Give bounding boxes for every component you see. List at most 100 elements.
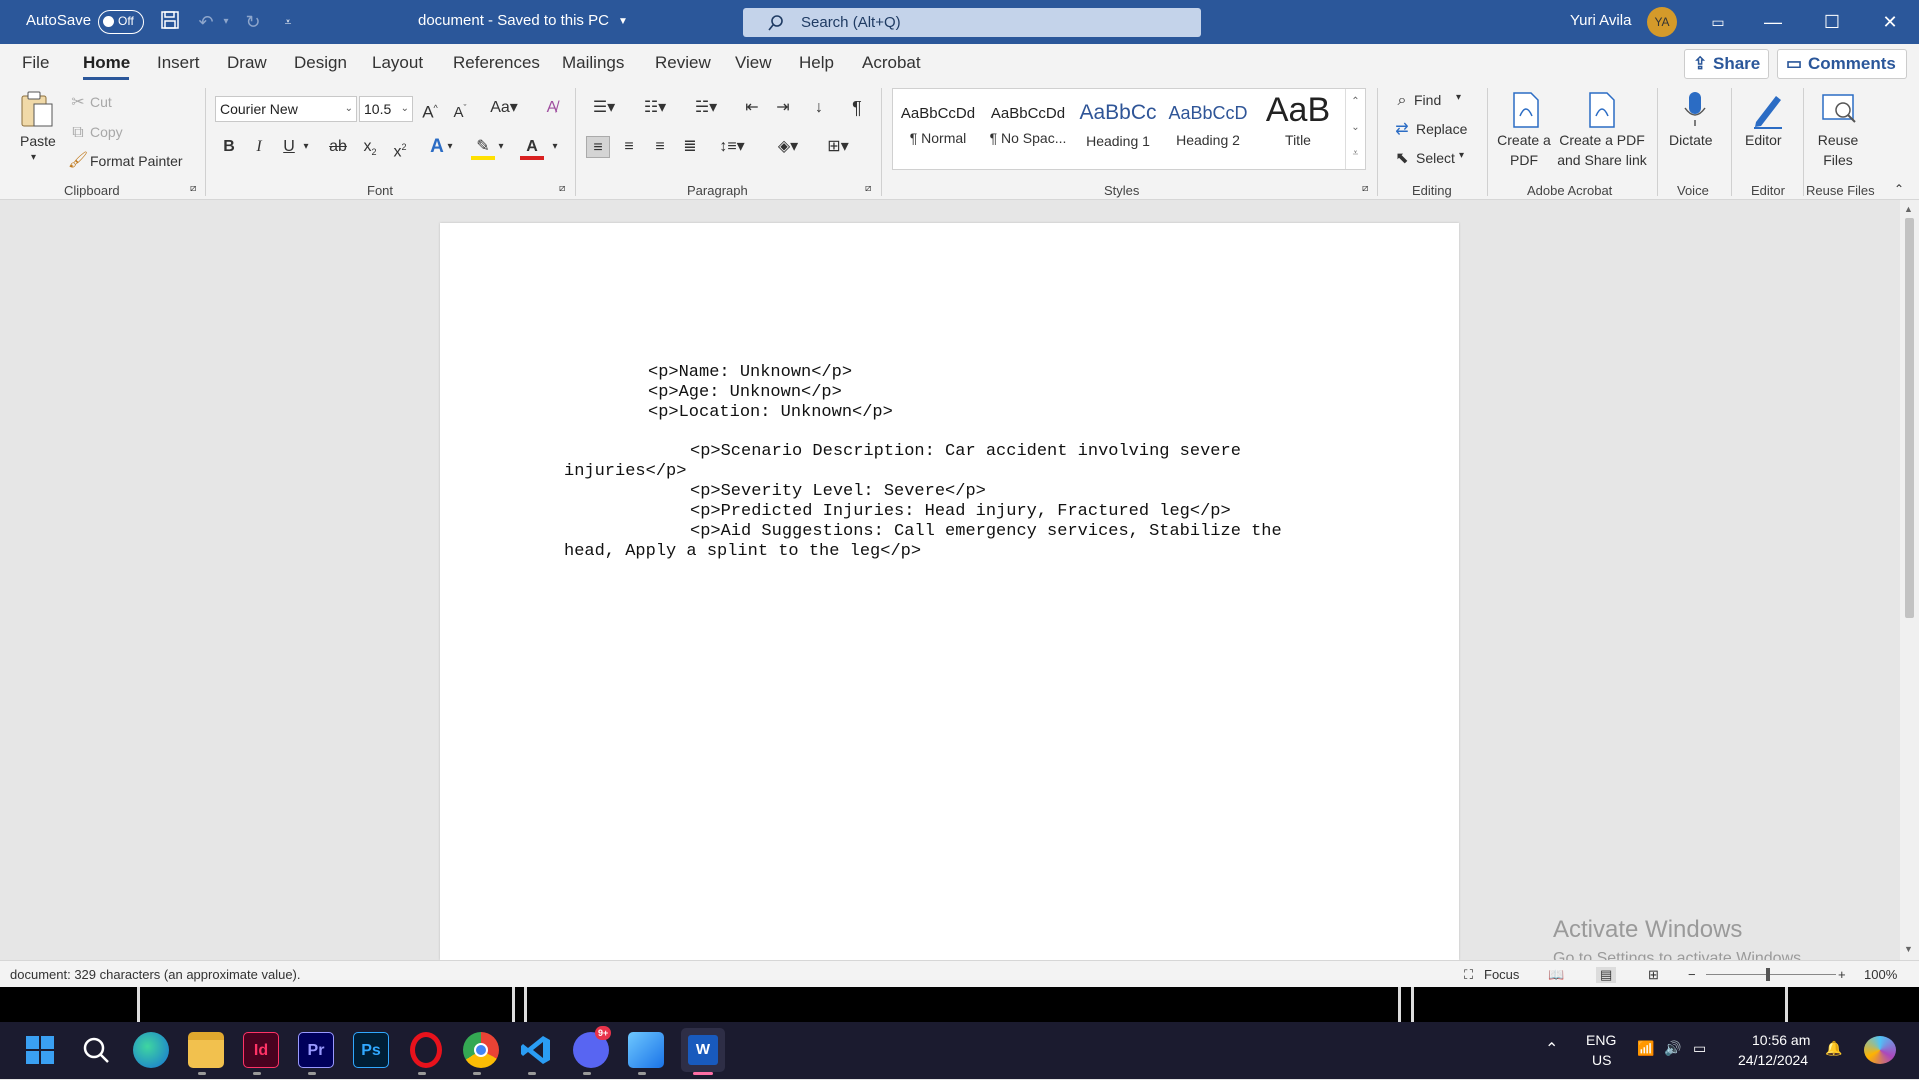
minimize-icon[interactable]: — <box>1751 6 1795 38</box>
align-right-icon[interactable]: ≡ <box>648 136 672 158</box>
clear-formatting-icon[interactable]: A̸ <box>540 97 564 119</box>
focus-button[interactable]: Focus <box>1484 967 1519 982</box>
vscode-icon[interactable] <box>518 1032 554 1068</box>
document-page[interactable]: <p>Name: Unknown</p> <p>Age: Unknown</p>… <box>440 223 1459 960</box>
align-center-icon[interactable]: ≡ <box>617 136 641 158</box>
font-launcher-icon[interactable]: ⧄ <box>559 183 565 194</box>
italic-icon[interactable]: I <box>247 136 271 158</box>
document-line[interactable]: <p>Scenario Description: Car accident in… <box>690 442 1241 461</box>
undo-dropdown-icon[interactable]: ▾ <box>214 10 238 34</box>
character-count[interactable]: document: 329 characters (an approximate… <box>10 967 301 982</box>
scrollbar-thumb[interactable] <box>1905 218 1914 618</box>
font-color-dropdown-icon[interactable]: ▾ <box>548 136 562 158</box>
sort-icon[interactable]: ↓ <box>807 97 831 119</box>
style-heading-1[interactable]: AaBbCc Heading 1 <box>1073 91 1163 169</box>
style-no-spacing[interactable]: AaBbCcDd ¶ No Spac... <box>983 91 1073 169</box>
zoom-level[interactable]: 100% <box>1864 967 1897 982</box>
tab-draw[interactable]: Draw <box>227 53 267 73</box>
bold-icon[interactable]: B <box>217 136 241 158</box>
scroll-down-icon[interactable]: ▼ <box>1904 944 1913 954</box>
document-line[interactable]: <p>Age: Unknown</p> <box>648 383 842 402</box>
justify-icon[interactable]: ≣ <box>678 136 702 158</box>
change-case-icon[interactable]: Aa▾ <box>486 97 522 119</box>
underline-icon[interactable]: U <box>277 136 301 158</box>
share-button[interactable]: ⇪ Share <box>1684 49 1769 79</box>
document-line[interactable]: <p>Severity Level: Severe</p> <box>690 482 986 501</box>
reuse-files-label[interactable]: Reuse Files <box>1810 130 1866 170</box>
format-painter-label[interactable]: Format Painter <box>90 153 183 169</box>
user-name[interactable]: Yuri Avila <box>1570 12 1631 29</box>
avatar[interactable]: YA <box>1647 7 1677 37</box>
tab-design[interactable]: Design <box>294 53 347 73</box>
line-spacing-icon[interactable]: ↕≡▾ <box>714 136 750 158</box>
zoom-slider[interactable] <box>1706 974 1836 975</box>
editor-icon[interactable] <box>1750 90 1786 130</box>
select-button[interactable]: Select <box>1416 150 1455 166</box>
tab-home[interactable]: Home <box>83 53 130 73</box>
font-size-combo[interactable]: 10.5 ⌄ <box>359 96 413 122</box>
save-icon[interactable] <box>158 10 182 34</box>
tab-file[interactable]: File <box>22 53 49 73</box>
edge-icon[interactable] <box>133 1032 169 1068</box>
decrease-indent-icon[interactable]: ⇤ <box>740 97 764 119</box>
style-heading-2[interactable]: AaBbCcD Heading 2 <box>1163 91 1253 169</box>
numbering-icon[interactable]: ☷▾ <box>637 97 673 119</box>
find-button[interactable]: Find <box>1414 92 1441 108</box>
autosave-toggle[interactable]: Off <box>98 10 144 34</box>
clock-date[interactable]: 24/12/2024 <box>1738 1052 1808 1068</box>
document-line[interactable]: <p>Name: Unknown</p> <box>648 363 852 382</box>
document-line[interactable]: head, Apply a splint to the leg</p> <box>564 542 921 561</box>
strikethrough-icon[interactable]: ab <box>326 136 350 158</box>
shading-icon[interactable]: ◈▾ <box>770 136 806 158</box>
styles-launcher-icon[interactable]: ⧄ <box>1362 183 1368 194</box>
search-icon[interactable] <box>78 1032 114 1068</box>
highlight-icon[interactable]: ✎ <box>471 136 495 160</box>
close-icon[interactable]: ✕ <box>1868 6 1912 38</box>
cut-label[interactable]: Cut <box>90 94 112 110</box>
bell-icon[interactable]: 🔔 <box>1825 1040 1842 1057</box>
zoom-slider-thumb[interactable] <box>1766 968 1770 981</box>
increase-indent-icon[interactable]: ⇥ <box>771 97 795 119</box>
paste-label[interactable]: Paste <box>20 133 56 149</box>
highlight-dropdown-icon[interactable]: ▾ <box>494 136 508 158</box>
dictate-label[interactable]: Dictate <box>1669 132 1713 148</box>
opera-icon[interactable] <box>410 1032 442 1068</box>
tab-layout[interactable]: Layout <box>372 53 423 73</box>
tab-help[interactable]: Help <box>799 53 834 73</box>
align-left-icon[interactable]: ≡ <box>586 136 610 158</box>
show-paragraph-marks-icon[interactable]: ¶ <box>845 97 869 119</box>
file-explorer-icon[interactable] <box>188 1032 224 1068</box>
photoshop-icon[interactable]: Ps <box>353 1032 389 1068</box>
clock-time[interactable]: 10:56 am <box>1752 1032 1810 1048</box>
vertical-scrollbar[interactable]: ▲ ▼ <box>1900 200 1919 960</box>
tab-view[interactable]: View <box>735 53 772 73</box>
text-effects-dropdown-icon[interactable]: ▾ <box>443 136 457 158</box>
reuse-files-icon[interactable] <box>1821 92 1859 128</box>
borders-icon[interactable]: ⊞▾ <box>820 136 856 158</box>
premiere-icon[interactable]: Pr <box>298 1032 334 1068</box>
find-dropdown-icon[interactable]: ▾ <box>1456 92 1461 103</box>
chrome-icon[interactable] <box>463 1032 499 1068</box>
font-color-icon[interactable]: A <box>520 136 544 160</box>
discord-icon[interactable]: 9+ <box>573 1026 612 1068</box>
battery-icon[interactable]: ▭ <box>1693 1040 1706 1057</box>
document-line[interactable]: injuries</p> <box>564 462 686 481</box>
replace-button[interactable]: Replace <box>1416 121 1467 137</box>
font-name-combo[interactable]: Courier New ⌄ <box>215 96 357 122</box>
photos-icon[interactable] <box>628 1032 664 1068</box>
tab-acrobat[interactable]: Acrobat <box>862 53 921 73</box>
print-layout-icon[interactable]: ▤ <box>1596 967 1617 983</box>
volume-icon[interactable]: 🔊 <box>1664 1040 1681 1057</box>
document-title[interactable]: document - Saved to this PC <box>418 12 609 29</box>
style-title[interactable]: AaB Title <box>1253 91 1343 169</box>
select-dropdown-icon[interactable]: ▾ <box>1459 150 1464 161</box>
paste-dropdown-icon[interactable]: ▾ <box>31 152 36 163</box>
copilot-icon[interactable] <box>1864 1036 1896 1064</box>
start-icon[interactable] <box>22 1032 58 1068</box>
comments-button[interactable]: ▭ Comments <box>1777 49 1907 79</box>
document-line[interactable]: <p>Location: Unknown</p> <box>648 403 893 422</box>
ribbon-display-options-icon[interactable]: ▭ <box>1696 6 1740 38</box>
zoom-out-icon[interactable]: − <box>1688 967 1696 982</box>
tab-references[interactable]: References <box>453 53 540 73</box>
search-box[interactable]: Search (Alt+Q) <box>743 8 1201 37</box>
